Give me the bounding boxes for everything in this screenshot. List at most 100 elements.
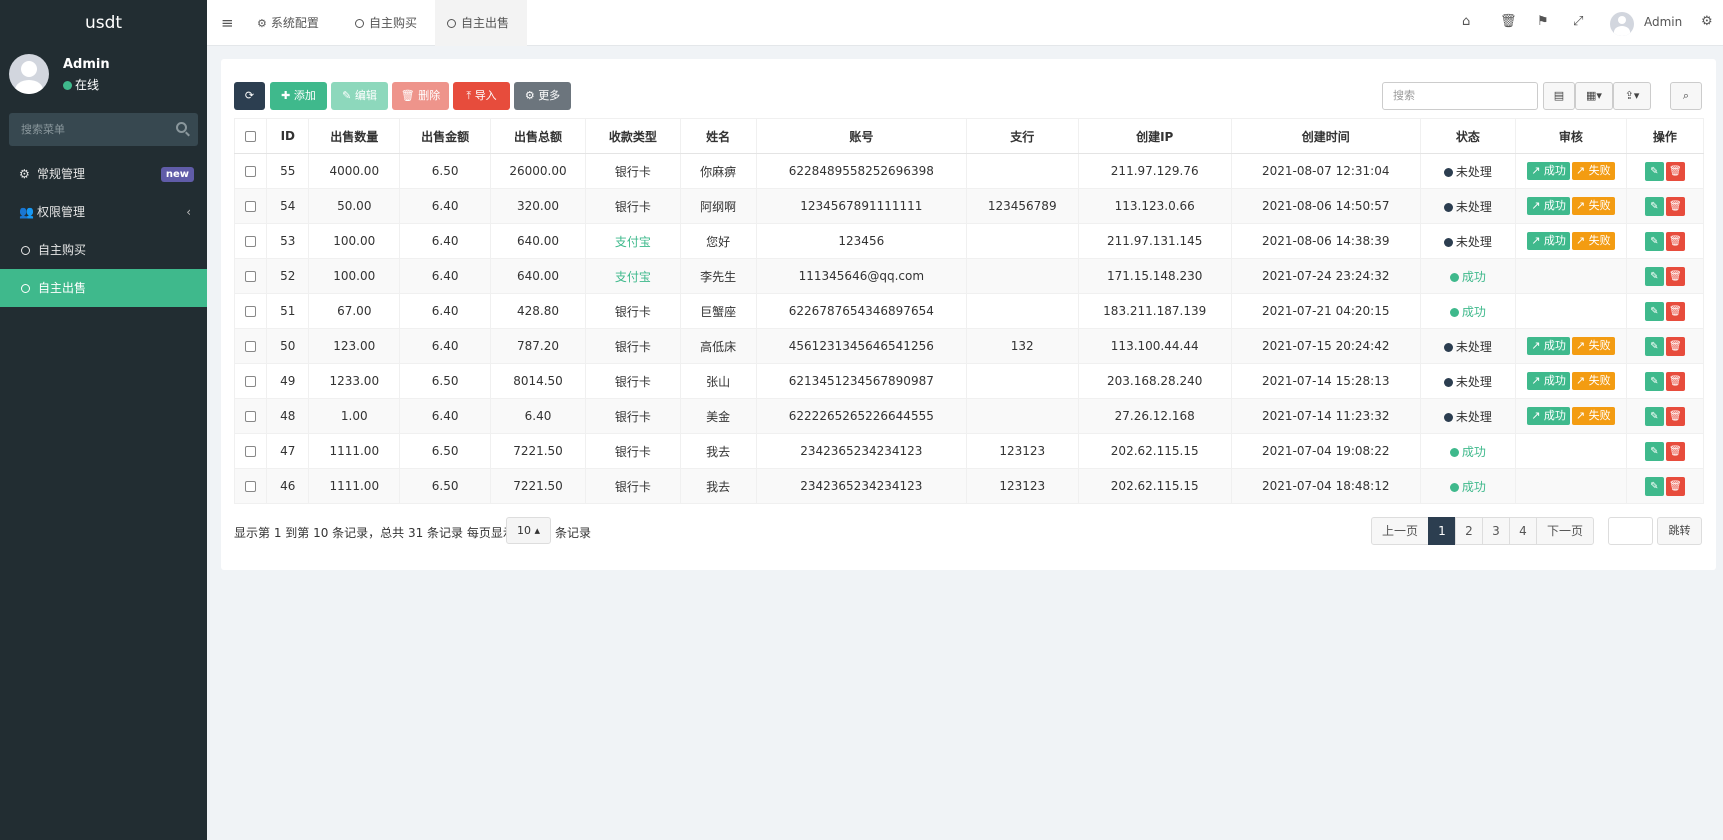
col-name[interactable]: 姓名 bbox=[679, 118, 757, 154]
audit-fail-button[interactable]: ↗ 失败 bbox=[1571, 337, 1615, 355]
audit-fail-button[interactable]: ↗ 失败 bbox=[1571, 407, 1615, 425]
row-checkbox[interactable] bbox=[245, 376, 257, 387]
table-row[interactable]: 47 1111.00 6.50 7221.50 银行卡 我去 234236523423412… bbox=[233, 433, 1705, 469]
trash-icon[interactable]: 🗑 bbox=[1500, 14, 1517, 29]
row-delete-icon[interactable]: 🗑 bbox=[1665, 441, 1685, 461]
row-checkbox[interactable] bbox=[245, 166, 257, 177]
edit-button[interactable]: ✎ 编辑 bbox=[331, 82, 388, 110]
select-all-checkbox[interactable] bbox=[245, 131, 257, 142]
page-3-button[interactable]: 3 bbox=[1482, 517, 1510, 545]
audit-fail-button[interactable]: ↗ 失败 bbox=[1571, 232, 1615, 250]
table-row[interactable]: 46 1111.00 6.50 7221.50 银行卡 我去 234236523423412… bbox=[233, 468, 1705, 504]
sidebar-item-sell[interactable]: 自主出售 bbox=[0, 269, 207, 307]
table-row[interactable]: 53 100.00 6.40 640.00 支付宝 您好 123456 211.97.131.… bbox=[233, 223, 1705, 259]
table-search-input[interactable] bbox=[1382, 82, 1538, 110]
fullscreen-icon[interactable]: ⤢ bbox=[1573, 14, 1583, 29]
row-checkbox[interactable] bbox=[245, 236, 257, 247]
row-edit-icon[interactable]: ✎ bbox=[1644, 336, 1664, 356]
add-button[interactable]: ✚ 添加 bbox=[270, 82, 327, 110]
tab-sell[interactable]: 自主出售 bbox=[435, 0, 527, 46]
table-row[interactable]: 49 1233.00 6.50 8014.50 银行卡 张山 621345123456789… bbox=[233, 363, 1705, 399]
row-delete-icon[interactable]: 🗑 bbox=[1665, 476, 1685, 496]
delete-button[interactable]: 🗑 删除 bbox=[392, 82, 449, 110]
toggle-view-button[interactable]: ▤ bbox=[1543, 82, 1575, 110]
col-created[interactable]: 创建时间 bbox=[1230, 118, 1421, 154]
audit-success-button[interactable]: ↗ 成功 bbox=[1527, 162, 1570, 180]
settings-icon[interactable]: ⚙ bbox=[1701, 14, 1713, 29]
table-row[interactable]: 50 123.00 6.40 787.20 银行卡 高低床 4561231345646541… bbox=[233, 328, 1705, 364]
sidebar-search-input[interactable] bbox=[9, 113, 159, 146]
row-checkbox[interactable] bbox=[245, 411, 257, 422]
row-checkbox-cell[interactable] bbox=[233, 433, 268, 469]
sidebar-item-permissions[interactable]: 👥 权限管理 ‹ bbox=[0, 193, 207, 231]
row-checkbox-cell[interactable] bbox=[233, 153, 268, 189]
topbar-admin-name[interactable]: Admin bbox=[1644, 15, 1682, 29]
row-checkbox-cell[interactable] bbox=[233, 363, 268, 399]
prev-page-button[interactable]: 上一页 bbox=[1371, 517, 1429, 545]
row-edit-icon[interactable]: ✎ bbox=[1644, 441, 1664, 461]
page-4-button[interactable]: 4 bbox=[1509, 517, 1537, 545]
audit-fail-button[interactable]: ↗ 失败 bbox=[1571, 372, 1615, 390]
row-delete-icon[interactable]: 🗑 bbox=[1665, 231, 1685, 251]
audit-success-button[interactable]: ↗ 成功 bbox=[1527, 337, 1570, 355]
search-button[interactable]: ⌕ bbox=[1670, 82, 1702, 110]
row-checkbox-cell[interactable] bbox=[233, 223, 268, 259]
row-delete-icon[interactable]: 🗑 bbox=[1665, 336, 1685, 356]
export-button[interactable]: ⇪▾ bbox=[1613, 82, 1651, 110]
col-branch[interactable]: 支行 bbox=[965, 118, 1079, 154]
table-row[interactable]: 52 100.00 6.40 640.00 支付宝 李先生 111345646@qq.com… bbox=[233, 258, 1705, 294]
col-id[interactable]: ID bbox=[266, 118, 310, 154]
topbar-avatar[interactable] bbox=[1610, 12, 1634, 36]
row-edit-icon[interactable]: ✎ bbox=[1644, 406, 1664, 426]
more-button[interactable]: ⚙ 更多 bbox=[514, 82, 571, 110]
row-edit-icon[interactable]: ✎ bbox=[1644, 476, 1664, 496]
row-delete-icon[interactable]: 🗑 bbox=[1665, 196, 1685, 216]
audit-fail-button[interactable]: ↗ 失败 bbox=[1571, 162, 1615, 180]
row-delete-icon[interactable]: 🗑 bbox=[1665, 406, 1685, 426]
row-edit-icon[interactable]: ✎ bbox=[1644, 301, 1664, 321]
col-status[interactable]: 状态 bbox=[1419, 118, 1517, 154]
refresh-button[interactable]: ⟳ bbox=[234, 82, 265, 110]
jump-page-input[interactable] bbox=[1608, 517, 1653, 545]
page-2-button[interactable]: 2 bbox=[1455, 517, 1483, 545]
page-size-select[interactable]: 10 ▴ bbox=[506, 517, 551, 544]
next-page-button[interactable]: 下一页 bbox=[1536, 517, 1594, 545]
row-edit-icon[interactable]: ✎ bbox=[1644, 371, 1664, 391]
row-checkbox-cell[interactable] bbox=[233, 188, 268, 224]
page-1-button[interactable]: 1 bbox=[1428, 517, 1456, 545]
table-row[interactable]: 48 1.00 6.40 6.40 银行卡 美金 6222265265226644555 27… bbox=[233, 398, 1705, 434]
row-delete-icon[interactable]: 🗑 bbox=[1665, 266, 1685, 286]
table-row[interactable]: 55 4000.00 6.50 26000.00 银行卡 你麻痹 6228489558252… bbox=[233, 153, 1705, 189]
row-checkbox[interactable] bbox=[245, 481, 257, 492]
col-pay-type[interactable]: 收款类型 bbox=[585, 118, 681, 154]
sidebar-item-buy[interactable]: 自主购买 bbox=[0, 231, 207, 269]
row-checkbox[interactable] bbox=[245, 446, 257, 457]
col-price[interactable]: 出售金额 bbox=[399, 118, 491, 154]
home-icon[interactable]: ⌂ bbox=[1462, 14, 1470, 29]
language-icon[interactable]: ⚑ bbox=[1537, 14, 1549, 29]
row-edit-icon[interactable]: ✎ bbox=[1644, 161, 1664, 181]
row-checkbox[interactable] bbox=[245, 306, 257, 317]
row-checkbox[interactable] bbox=[245, 201, 257, 212]
row-edit-icon[interactable]: ✎ bbox=[1644, 196, 1664, 216]
header-checkbox-cell[interactable] bbox=[233, 118, 268, 154]
row-edit-icon[interactable]: ✎ bbox=[1644, 266, 1664, 286]
brand-logo[interactable]: usdt bbox=[0, 0, 207, 46]
audit-success-button[interactable]: ↗ 成功 bbox=[1527, 407, 1570, 425]
row-checkbox[interactable] bbox=[245, 341, 257, 352]
row-checkbox[interactable] bbox=[245, 271, 257, 282]
col-ip[interactable]: 创建IP bbox=[1077, 118, 1232, 154]
audit-success-button[interactable]: ↗ 成功 bbox=[1527, 197, 1570, 215]
row-delete-icon[interactable]: 🗑 bbox=[1665, 301, 1685, 321]
table-row[interactable]: 54 50.00 6.40 320.00 银行卡 阿纲啊 1234567891111111 1… bbox=[233, 188, 1705, 224]
row-edit-icon[interactable]: ✎ bbox=[1644, 231, 1664, 251]
col-total[interactable]: 出售总额 bbox=[489, 118, 587, 154]
row-checkbox-cell[interactable] bbox=[233, 468, 268, 504]
audit-success-button[interactable]: ↗ 成功 bbox=[1527, 372, 1570, 390]
sidebar-item-general[interactable]: ⚙ 常规管理 new bbox=[0, 155, 207, 193]
row-delete-icon[interactable]: 🗑 bbox=[1665, 161, 1685, 181]
tab-buy[interactable]: 自主购买 bbox=[355, 0, 435, 46]
search-icon[interactable] bbox=[176, 122, 187, 133]
columns-button[interactable]: ▦▾ bbox=[1575, 82, 1613, 110]
row-checkbox-cell[interactable] bbox=[233, 398, 268, 434]
